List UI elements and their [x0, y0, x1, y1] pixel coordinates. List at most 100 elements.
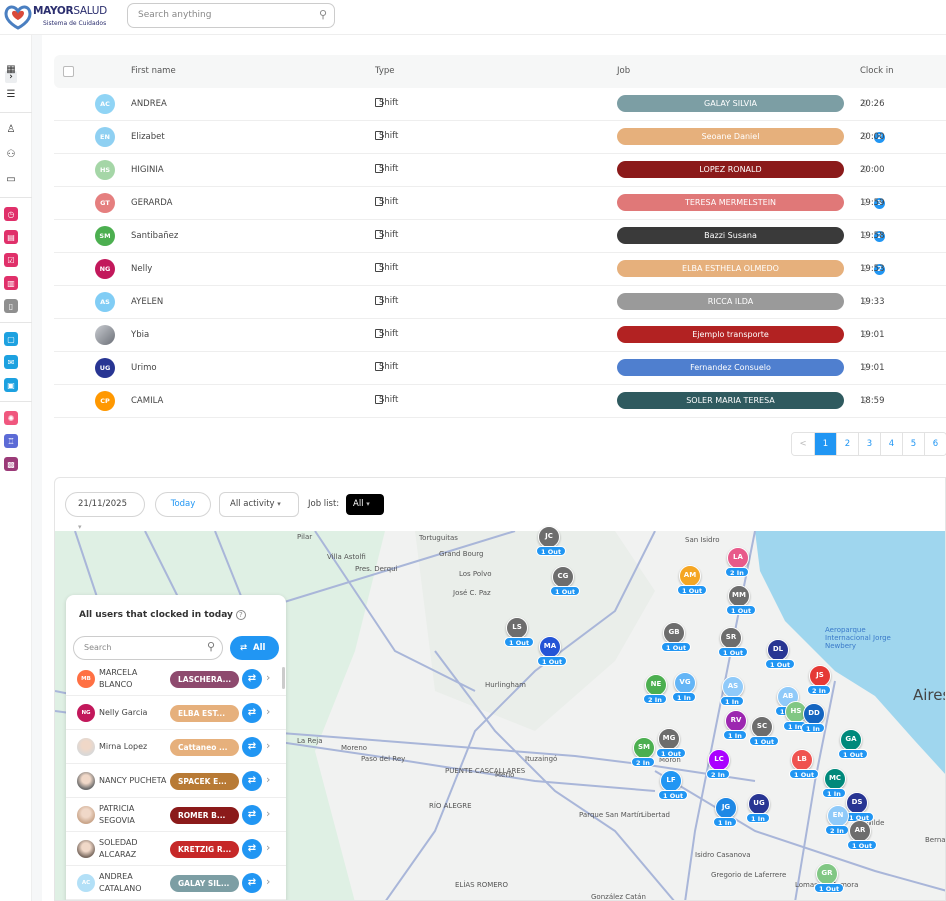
map-user-marker[interactable]: AR [849, 820, 871, 842]
switch-icon[interactable]: ⇄ [242, 669, 262, 689]
user-list-item[interactable]: Mirna Lopez Cattaneo ... ⇄ › [66, 730, 286, 764]
all-filter-button[interactable]: ⇄ All [230, 636, 279, 660]
activity-select[interactable]: All activity ▾ [219, 492, 299, 517]
table-row[interactable]: GT GERARDA Shift TERESA MERMELSTEIN 19:59 ⚲ 3 [54, 187, 946, 220]
panel-search-input[interactable]: Search ⚲ [73, 636, 223, 660]
job-badge[interactable]: ELBA ESTHELA OLMEDO [617, 260, 844, 277]
job-badge[interactable]: RICCA ILDA [617, 293, 844, 310]
map-user-marker[interactable]: JG [715, 797, 737, 819]
stopwatch-icon[interactable]: ◷ [4, 207, 18, 221]
table-row[interactable]: EN Elizabet Shift Seoane Daniel 20:00 ⚲ 2 [54, 121, 946, 154]
map-user-marker[interactable]: LB [791, 749, 813, 771]
clock-count-badge[interactable]: 1 Out [536, 546, 567, 556]
job-badge[interactable]: Bazzi Susana [617, 227, 844, 244]
clock-count-badge[interactable]: 1 Out [677, 585, 708, 595]
table-row[interactable]: NG Nelly Shift ELBA ESTHELA OLMEDO 19:53 ⚲ 2 [54, 253, 946, 286]
map-user-marker[interactable]: UG [748, 793, 770, 815]
clock-count-badge[interactable]: 2 In [807, 685, 831, 695]
help-icon[interactable]: ? [235, 610, 246, 620]
user-list-item[interactable]: MB MARCELA BLANCO LASCHERA... ⇄ › [66, 662, 286, 696]
map-user-marker[interactable]: GR [816, 863, 838, 885]
switch-icon[interactable]: ⇄ [242, 873, 262, 893]
column-first-name[interactable]: First name [131, 66, 176, 76]
scrollbar[interactable] [282, 667, 285, 689]
map-user-marker[interactable]: AS [722, 676, 744, 698]
map-user-marker[interactable]: SR [720, 627, 742, 649]
clock-count-badge[interactable]: 1 Out [718, 647, 749, 657]
chat-icon[interactable]: ▢ [4, 332, 18, 346]
select-all-checkbox[interactable] [63, 66, 74, 77]
clock-count-badge[interactable]: 1 In [723, 730, 747, 740]
chevron-right-icon[interactable]: › [266, 841, 270, 854]
map-user-marker[interactable]: LC [708, 749, 730, 771]
map-user-marker[interactable]: GB [663, 622, 685, 644]
calendar-icon[interactable]: ▤ [4, 230, 18, 244]
search-icon[interactable]: ⚲ [319, 8, 327, 21]
clock-count-badge[interactable]: 2 In [631, 757, 655, 767]
map-user-marker[interactable]: SM [633, 737, 655, 759]
contact-book-icon[interactable]: ▣ [4, 378, 18, 392]
map-user-marker[interactable]: LA [727, 547, 749, 569]
prev-page-button[interactable]: < [792, 433, 814, 455]
map-user-marker[interactable]: DS [846, 792, 868, 814]
mail-icon[interactable]: ✉ [4, 355, 18, 369]
job-badge[interactable]: Fernandez Consuelo [617, 359, 844, 376]
clock-count-badge[interactable]: 1 In [822, 788, 846, 798]
clock-count-badge[interactable]: 2 In [825, 825, 849, 835]
job-badge[interactable]: SOLER MARIA TERESA [617, 392, 844, 409]
column-job[interactable]: Job [617, 66, 630, 76]
switch-icon[interactable]: ⇄ [242, 771, 262, 791]
job-badge[interactable]: KRETZIG R... [170, 841, 239, 858]
map-user-marker[interactable]: JS [809, 665, 831, 687]
clock-count-badge[interactable]: 1 Out [814, 883, 845, 893]
briefcase-icon[interactable]: ▭ [4, 172, 18, 186]
chevron-right-icon[interactable]: › [266, 671, 270, 684]
clock-count-badge[interactable]: 1 In [746, 813, 770, 823]
clock-count-badge[interactable]: 1 Out [658, 790, 689, 800]
page-2-button[interactable]: 2 [836, 433, 858, 455]
clock-count-badge[interactable]: 2 In [706, 769, 730, 779]
map-user-marker[interactable]: EN [827, 805, 849, 827]
clipboard-icon[interactable]: ▥ [4, 276, 18, 290]
page-6-button[interactable]: 6 [924, 433, 946, 455]
user-list-item[interactable]: NG Nelly Garcia ELBA EST... ⇄ › [66, 696, 286, 730]
switch-icon[interactable]: ⇄ [242, 839, 262, 859]
map[interactable]: Pilar Villa Astolfi Pres. Derqui Tortuguita… [55, 526, 945, 900]
clock-count-badge[interactable]: 1 Out [838, 749, 869, 759]
map-user-marker[interactable]: NE [645, 674, 667, 696]
map-user-marker[interactable]: CG [552, 566, 574, 588]
job-badge[interactable]: Ejemplo transporte [617, 326, 844, 343]
user-icon[interactable]: ♙ [4, 122, 18, 136]
page-5-button[interactable]: 5 [902, 433, 924, 455]
map-user-marker[interactable]: DD [803, 703, 825, 725]
table-row[interactable]: SM Santibañez Shift Bazzi Susana 19:58 ⚲ 2 [54, 220, 946, 253]
map-user-marker[interactable]: MA [539, 636, 561, 658]
table-row[interactable]: UG Urimo Shift Fernandez Consuelo 19:01 ⚲ [54, 352, 946, 385]
chevron-right-icon[interactable]: › [266, 875, 270, 888]
page-3-button[interactable]: 3 [858, 433, 880, 455]
job-list-select[interactable]: All ▾ [346, 494, 384, 515]
clock-count-badge[interactable]: 1 Out [661, 642, 692, 652]
map-user-marker[interactable]: VG [674, 672, 696, 694]
column-clock-in[interactable]: Clock in [860, 66, 894, 76]
logo[interactable]: MAYORSALUD Sistema de Cuidados [2, 2, 122, 32]
switch-icon[interactable]: ⇄ [242, 805, 262, 825]
today-button[interactable]: Today [155, 492, 211, 517]
user-list-item[interactable]: SOLEDAD ALCARAZ KRETZIG R... ⇄ › [66, 832, 286, 866]
user-list-item[interactable]: NANCY PUCHETA SPACEK E... ⇄ › [66, 764, 286, 798]
clock-count-badge[interactable]: 1 In [801, 723, 825, 733]
global-search-input[interactable]: Search anything ⚲ [127, 3, 335, 28]
clock-count-badge[interactable]: 1 Out [504, 637, 535, 647]
list-icon[interactable]: ☰ [4, 87, 18, 101]
org-chart-icon[interactable]: ♖ [4, 434, 18, 448]
clock-count-badge[interactable]: 1 In [720, 696, 744, 706]
page-4-button[interactable]: 4 [880, 433, 902, 455]
sun-icon[interactable]: ✺ [4, 411, 18, 425]
table-row[interactable]: CP CAMILA Shift SOLER MARIA TERESA 18:59 ⚲ [54, 385, 946, 418]
job-badge[interactable]: GALAY SIL... [170, 875, 239, 892]
table-row[interactable]: Ybia Shift Ejemplo transporte 19:01 ⚲ [54, 319, 946, 352]
chevron-right-icon[interactable]: › [266, 773, 270, 786]
chevron-right-icon[interactable]: › [266, 807, 270, 820]
clock-count-badge[interactable]: 1 Out [749, 736, 780, 746]
map-user-marker[interactable]: MC [824, 768, 846, 790]
